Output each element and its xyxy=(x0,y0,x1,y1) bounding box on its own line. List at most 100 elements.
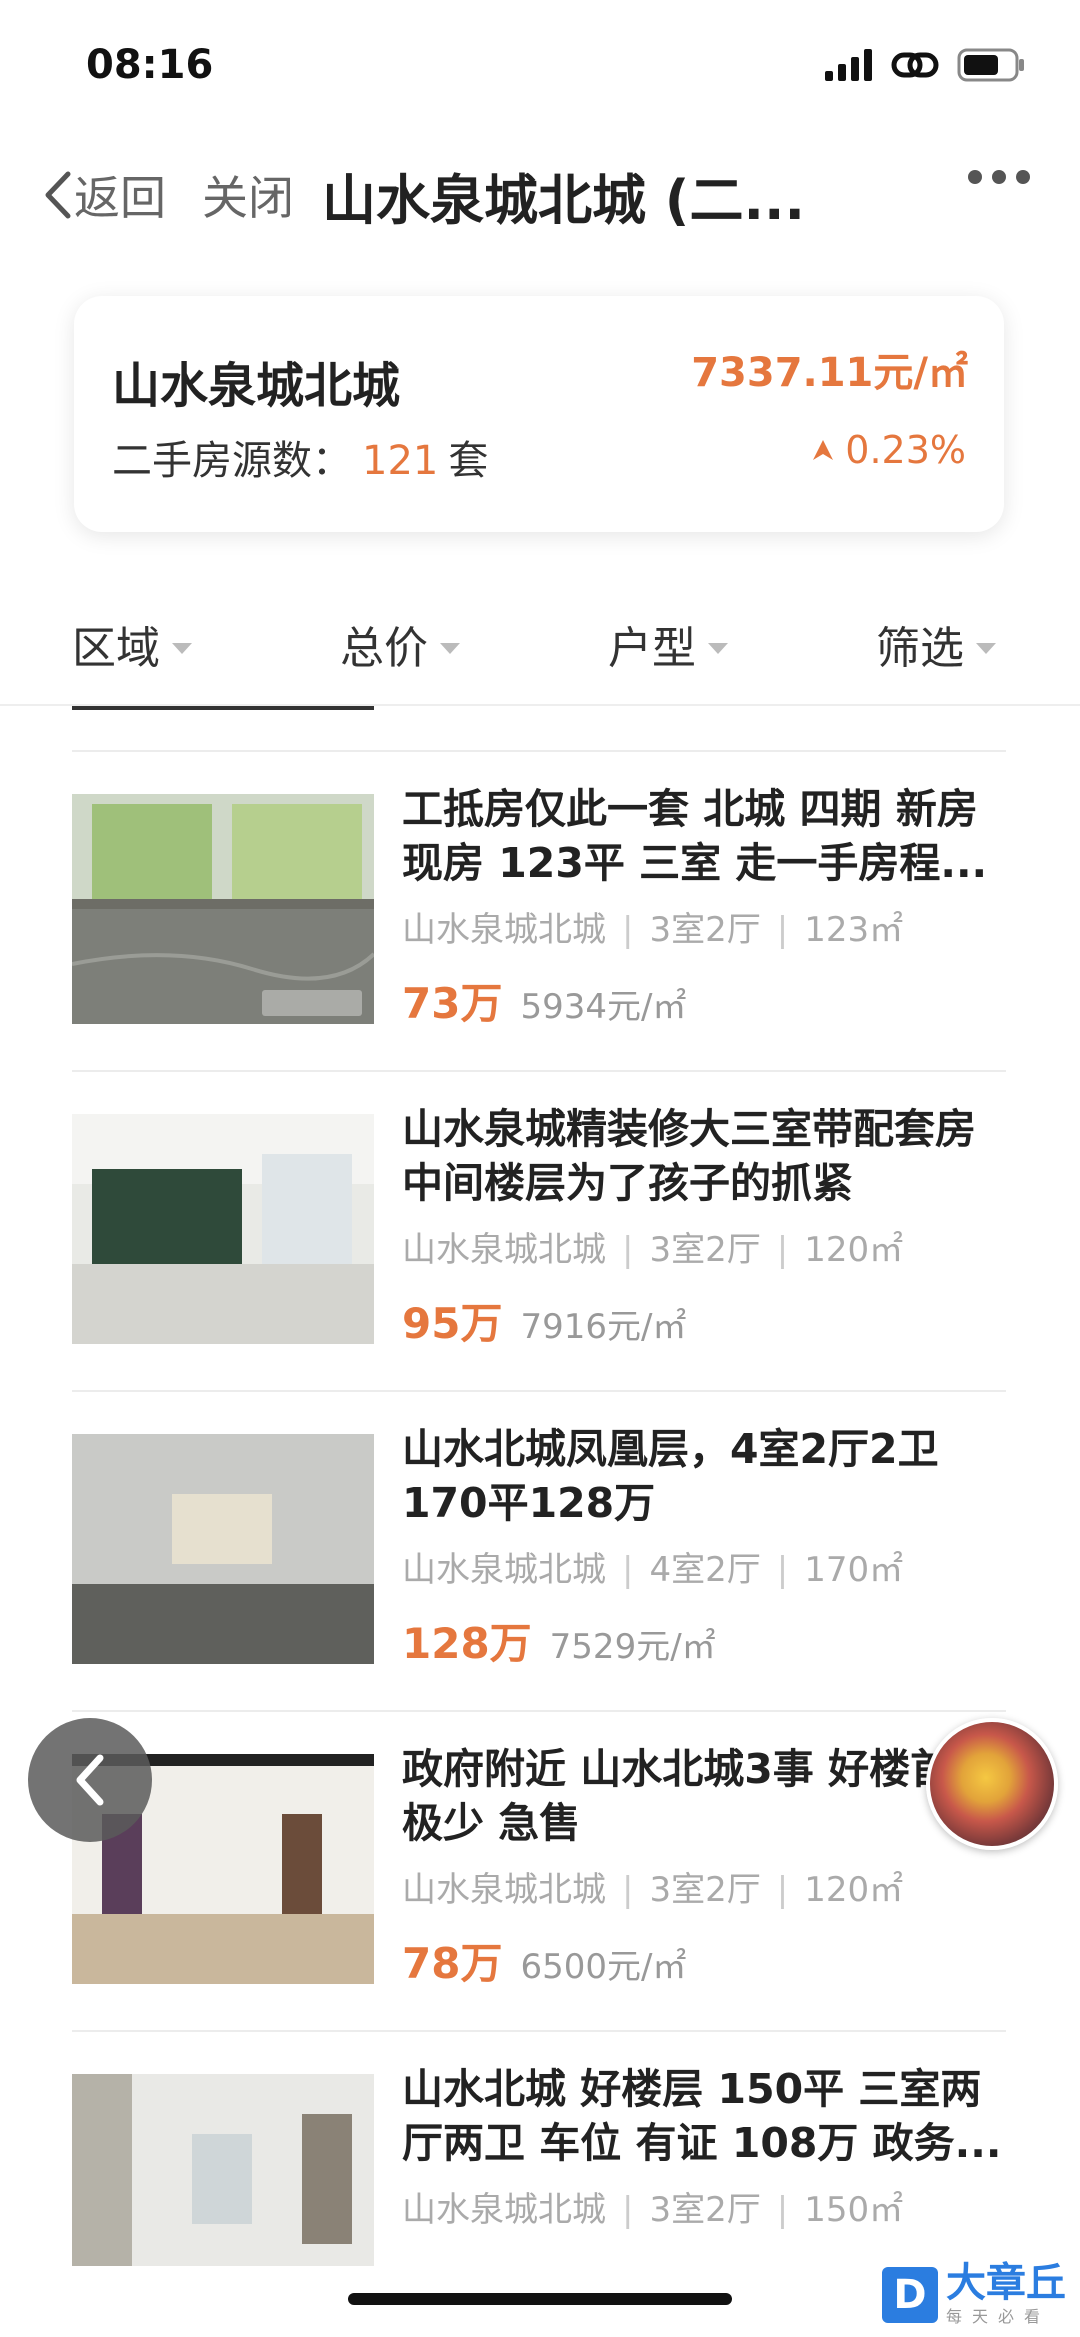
separator: | xyxy=(776,910,789,950)
filter-bar: 区域 总价 户型 筛选 xyxy=(0,600,1080,706)
status-icons xyxy=(825,48,1025,82)
community-name: 山水泉城北城 xyxy=(112,358,401,414)
listing-count-unit: 套 xyxy=(448,438,489,484)
caret-down-icon xyxy=(172,642,192,654)
nav-bar: 返回 关闭 山水泉城北城 (二... xyxy=(0,140,1080,240)
separator: | xyxy=(622,1230,634,1270)
separator: | xyxy=(776,2190,789,2230)
filter-label: 总价 xyxy=(340,623,428,674)
listing-title: 山水北城 好楼层 150平 三室两厅两卫 车位 有证 108万 政务... xyxy=(402,2065,1002,2167)
listing-title: 山水北城凤凰层，4室2厅2卫170平128万 xyxy=(402,1425,939,1527)
listing-photo xyxy=(72,2074,374,2266)
back-button[interactable]: 返回 xyxy=(40,162,166,228)
listing-unit-price: 6500元/㎡ xyxy=(520,1947,687,1987)
listing-price-row: 95万 7916元/㎡ xyxy=(402,1290,686,1351)
listing-item[interactable]: 山水北城 好楼层 150平 三室两厅两卫 车位 有证 108万 政务... 山水… xyxy=(72,2032,1006,2266)
arrow-up-icon xyxy=(813,440,834,460)
listing-area: 170㎡ xyxy=(804,1550,904,1590)
listing-unit-price: 7916元/㎡ xyxy=(520,1307,687,1347)
filter-label: 筛选 xyxy=(876,623,964,674)
more-dot-icon xyxy=(968,170,982,184)
listing-layout: 3室2厅 xyxy=(649,910,761,950)
listing-layout: 3室2厅 xyxy=(649,1230,761,1270)
watermark: D 大章丘 每天必看 xyxy=(882,2263,1066,2327)
listing-price-row: 128万 7529元/㎡ xyxy=(402,1610,716,1671)
separator: | xyxy=(776,1230,789,1270)
separator: | xyxy=(776,1550,789,1590)
filter-label: 区域 xyxy=(72,623,160,674)
listing-area: 123㎡ xyxy=(804,910,904,950)
signal-icon xyxy=(825,49,872,81)
caret-down-icon xyxy=(976,642,996,654)
home-indicator[interactable] xyxy=(348,2293,732,2305)
listing-price-row: 78万 6500元/㎡ xyxy=(402,1930,686,1991)
watermark-sub: 每天必看 xyxy=(946,2307,1051,2326)
watermark-logo: D xyxy=(882,2267,938,2323)
watermark-text: 大章丘 每天必看 xyxy=(946,2263,1066,2327)
listing-area: 120㎡ xyxy=(804,1870,904,1910)
more-options-button[interactable] xyxy=(968,170,1030,184)
separator: | xyxy=(622,1550,634,1590)
listing-unit-price: 7529元/㎡ xyxy=(549,1627,716,1667)
listing-count-value: 121 xyxy=(362,438,439,484)
caret-down-icon xyxy=(708,642,728,654)
average-price: 7337.11元/㎡ xyxy=(691,350,968,396)
listing-photo xyxy=(72,794,374,1024)
floating-back-button[interactable] xyxy=(28,1718,152,1842)
listing-title: 工抵房仅此一套 北城 四期 新房现房 123平 三室 走一手房程... xyxy=(402,785,988,887)
listing-meta: 山水泉城北城 | 3室2厅 | 120㎡ xyxy=(402,1222,903,1271)
listing-layout: 3室2厅 xyxy=(649,1870,761,1910)
community-summary-card: 山水泉城北城 二手房源数： 121 套 7337.11元/㎡ 0.23% xyxy=(74,296,1004,532)
filter-region[interactable]: 区域 xyxy=(72,612,192,676)
listing-total-price: 78万 xyxy=(402,1939,503,1988)
back-label: 返回 xyxy=(74,171,166,225)
status-bar: 08:16 xyxy=(0,0,1080,130)
listing-item[interactable]: 山水北城凤凰层，4室2厅2卫170平128万 山水泉城北城 | 4室2厅 | 170㎡ … xyxy=(72,1392,1006,1712)
battery-icon xyxy=(957,48,1024,82)
more-dot-icon xyxy=(1016,170,1030,184)
listing-community: 山水泉城北城 xyxy=(402,1870,606,1910)
listing-community: 山水泉城北城 xyxy=(402,2190,606,2230)
listing-total-price: 128万 xyxy=(402,1619,532,1668)
more-dot-icon xyxy=(992,170,1006,184)
listing-area: 150㎡ xyxy=(804,2190,904,2230)
listing-photo xyxy=(72,1114,374,1344)
price-change: 0.23% xyxy=(811,428,966,472)
listing-community: 山水泉城北城 xyxy=(402,910,606,950)
listing-title: 政府附近 山水北城3事 好楼首付极少 急售 xyxy=(402,1745,993,1847)
filter-total-price[interactable]: 总价 xyxy=(340,612,460,676)
chevron-left-icon xyxy=(45,171,71,219)
listing-community: 山水泉城北城 xyxy=(402,1230,606,1270)
listing-total-price: 95万 xyxy=(402,1299,503,1348)
separator: | xyxy=(776,1870,789,1910)
status-time: 08:16 xyxy=(86,42,214,88)
listing-meta: 山水泉城北城 | 4室2厅 | 170㎡ xyxy=(402,1542,903,1591)
listing-meta: 山水泉城北城 | 3室2厅 | 150㎡ xyxy=(402,2182,903,2231)
price-change-value: 0.23% xyxy=(845,428,966,472)
separator: | xyxy=(622,1870,634,1910)
listing-title: 山水泉城精装修大三室带配套房中间楼层为了孩子的抓紧 xyxy=(402,1105,976,1207)
listing-item[interactable]: 政府附近 山水北城3事 好楼首付极少 急售 山水泉城北城 | 3室2厅 | 120㎡ 7… xyxy=(72,1712,1006,2032)
listing-meta: 山水泉城北城 | 3室2厅 | 123㎡ xyxy=(402,902,903,951)
chevron-left-icon xyxy=(76,1754,104,1806)
listing-layout: 4室2厅 xyxy=(649,1550,761,1590)
listing-item[interactable]: 山水泉城精装修大三室带配套房中间楼层为了孩子的抓紧 山水泉城北城 | 3室2厅 | 12… xyxy=(72,1072,1006,1392)
listing-count-label: 二手房源数： xyxy=(112,438,352,484)
filter-layout[interactable]: 户型 xyxy=(608,612,728,676)
link-icon xyxy=(891,52,939,78)
previous-listing-thumbnail-edge xyxy=(72,706,374,710)
listing-item[interactable]: 工抵房仅此一套 北城 四期 新房现房 123平 三室 走一手房程... 山水泉城… xyxy=(72,752,1006,1072)
floating-avatar[interactable] xyxy=(926,1718,1058,1850)
listing-photo xyxy=(72,1434,374,1664)
listing-total-price: 73万 xyxy=(402,979,503,1028)
listing-price-row: 73万 5934元/㎡ xyxy=(402,970,686,1031)
watermark-brand: 大章丘 xyxy=(946,2260,1066,2306)
listing-meta: 山水泉城北城 | 3室2厅 | 120㎡ xyxy=(402,1862,903,1911)
listing-feed[interactable]: 工抵房仅此一套 北城 四期 新房现房 123平 三室 走一手房程... 山水泉城… xyxy=(0,706,1080,2266)
filter-label: 户型 xyxy=(608,623,696,674)
close-button[interactable]: 关闭 xyxy=(202,162,294,228)
page-title: 山水泉城北城 (二... xyxy=(322,169,806,232)
separator: | xyxy=(622,910,634,950)
filter-more[interactable]: 筛选 xyxy=(876,612,996,676)
listing-count-row: 二手房源数： 121 套 xyxy=(112,428,488,486)
